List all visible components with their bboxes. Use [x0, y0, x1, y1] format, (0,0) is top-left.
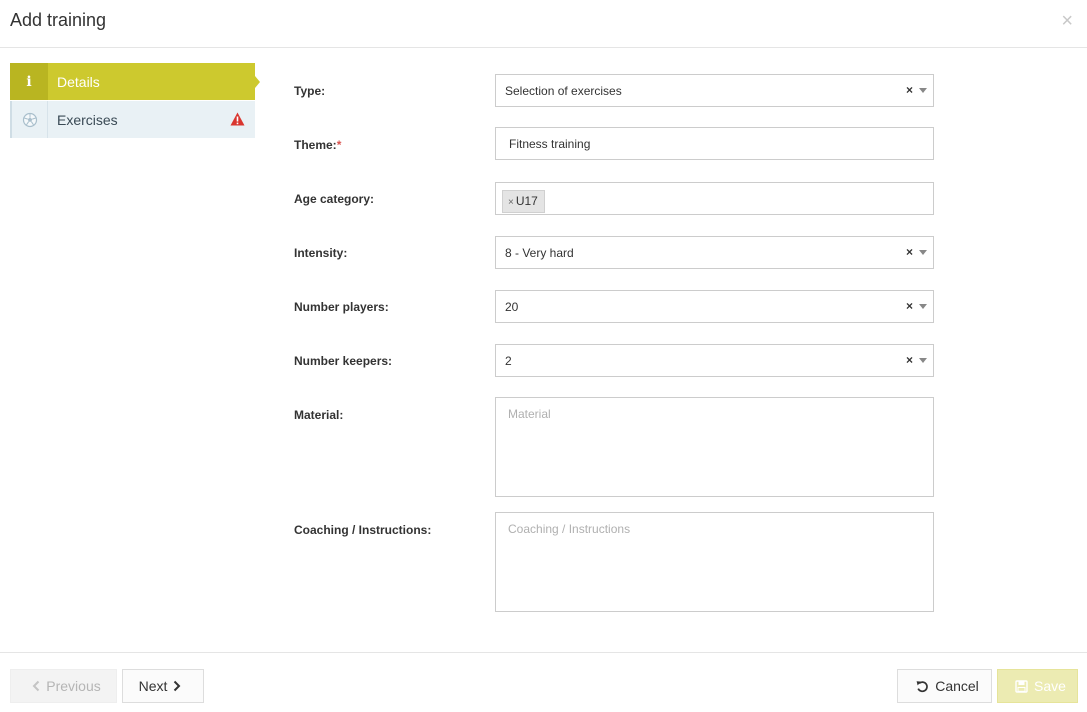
- age-tag-label: U17: [515, 194, 538, 208]
- active-step-arrow: [255, 76, 260, 88]
- next-label: Next: [138, 678, 168, 694]
- cancel-label: Cancel: [935, 678, 979, 694]
- save-button[interactable]: Save: [997, 669, 1078, 703]
- coaching-placeholder: Coaching / Instructions: [508, 522, 631, 536]
- clear-icon[interactable]: ×: [906, 299, 913, 313]
- step-exercises-label: Exercises: [57, 111, 118, 128]
- theme-input[interactable]: Fitness training: [495, 127, 934, 160]
- intensity-value: 8 - Very hard: [505, 246, 574, 260]
- modal-footer: Previous Next Cancel Save: [0, 652, 1087, 712]
- coaching-label: Coaching / Instructions:: [294, 523, 432, 537]
- type-value: Selection of exercises: [505, 84, 622, 98]
- number-players-label: Number players:: [294, 300, 389, 314]
- age-category-multiselect[interactable]: × U17: [495, 182, 934, 215]
- soccer-ball-icon: [12, 101, 48, 138]
- wizard-steps: i Details Exercises: [10, 63, 260, 138]
- number-players-select[interactable]: 20 ×: [495, 290, 934, 323]
- chevron-down-icon[interactable]: [919, 304, 927, 309]
- number-players-value: 20: [505, 300, 519, 314]
- type-label: Type:: [294, 84, 326, 98]
- required-mark: *: [336, 138, 342, 152]
- theme-label: Theme:*: [294, 138, 342, 152]
- previous-label: Previous: [46, 678, 101, 694]
- number-keepers-label: Number keepers:: [294, 354, 393, 368]
- step-exercises[interactable]: Exercises: [10, 101, 255, 138]
- close-icon[interactable]: ×: [1061, 11, 1073, 31]
- floppy-disk-icon: [1015, 679, 1028, 693]
- save-label: Save: [1034, 678, 1066, 694]
- theme-value: Fitness training: [509, 137, 591, 151]
- tag-remove-icon[interactable]: ×: [508, 197, 514, 208]
- modal-title: Add training: [10, 10, 107, 30]
- previous-button[interactable]: Previous: [10, 669, 117, 703]
- intensity-select[interactable]: 8 - Very hard ×: [495, 236, 934, 269]
- chevron-left-icon: [32, 680, 40, 692]
- type-select[interactable]: Selection of exercises ×: [495, 74, 934, 107]
- age-category-label: Age category:: [294, 192, 375, 206]
- clear-icon[interactable]: ×: [906, 83, 913, 97]
- undo-icon: [916, 680, 928, 692]
- step-details[interactable]: i Details: [10, 63, 260, 100]
- chevron-down-icon[interactable]: [919, 250, 927, 255]
- material-label: Material:: [294, 408, 344, 422]
- material-textarea[interactable]: Material: [495, 397, 934, 497]
- warning-icon: [230, 112, 245, 131]
- number-keepers-select[interactable]: 2 ×: [495, 344, 934, 377]
- chevron-down-icon[interactable]: [919, 358, 927, 363]
- step-details-label: Details: [57, 73, 100, 90]
- modal-header: Add training ×: [0, 0, 1087, 48]
- clear-icon[interactable]: ×: [906, 245, 913, 259]
- cancel-button[interactable]: Cancel: [897, 669, 992, 703]
- chevron-right-icon: [174, 680, 181, 692]
- material-placeholder: Material: [508, 407, 551, 421]
- number-keepers-value: 2: [505, 354, 512, 368]
- chevron-down-icon[interactable]: [919, 88, 927, 93]
- age-tag: × U17: [502, 190, 545, 213]
- clear-icon[interactable]: ×: [906, 353, 913, 367]
- intensity-label: Intensity:: [294, 246, 348, 260]
- next-button[interactable]: Next: [122, 669, 204, 703]
- info-icon: i: [10, 63, 48, 100]
- coaching-textarea[interactable]: Coaching / Instructions: [495, 512, 934, 612]
